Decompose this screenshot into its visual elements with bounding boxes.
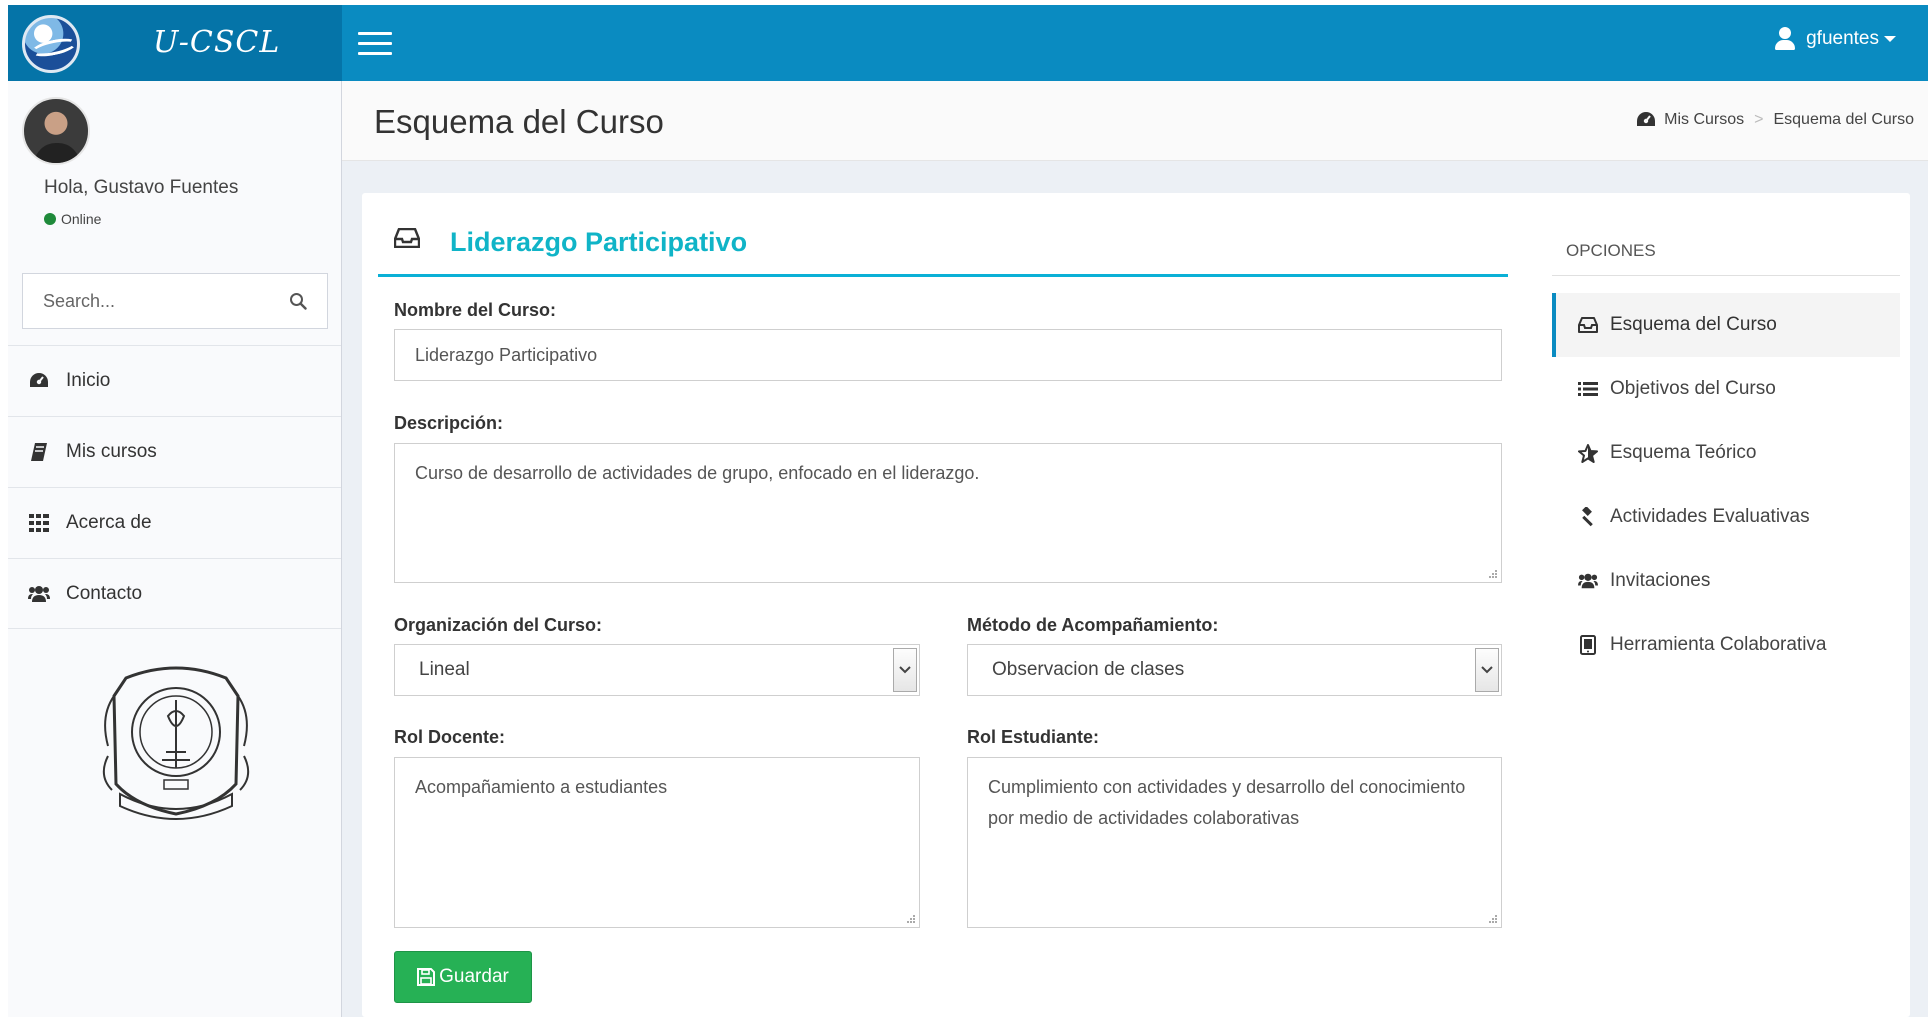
list-icon bbox=[1578, 379, 1598, 399]
course-form-panel: Liderazgo Participativo Nombre del Curso… bbox=[378, 193, 1508, 1017]
online-dot-icon bbox=[44, 213, 56, 225]
dashboard-icon bbox=[28, 371, 50, 391]
globe-logo-icon bbox=[22, 15, 80, 73]
breadcrumb-current: Esquema del Curso bbox=[1773, 111, 1914, 128]
resize-handle-icon[interactable] bbox=[905, 913, 915, 923]
gavel-icon bbox=[1578, 507, 1598, 527]
sidebar-item-mis-cursos[interactable]: Mis cursos bbox=[8, 416, 341, 487]
option-label: Actividades Evaluativas bbox=[1610, 506, 1810, 527]
floppy-disk-icon bbox=[417, 968, 436, 986]
star-icon bbox=[1578, 443, 1598, 463]
option-invitaciones[interactable]: Invitaciones bbox=[1552, 549, 1900, 613]
breadcrumb-separator: > bbox=[1754, 111, 1764, 128]
sidebar-item-label: Mis cursos bbox=[66, 441, 157, 462]
options-title: OPCIONES bbox=[1566, 241, 1656, 260]
organization-select[interactable]: Lineal bbox=[394, 644, 920, 696]
menu-toggle-icon[interactable] bbox=[358, 32, 392, 56]
course-name-label: Nombre del Curso: bbox=[394, 300, 557, 320]
user-greeting: Hola, Gustavo Fuentes bbox=[44, 177, 239, 198]
inbox-icon bbox=[1578, 315, 1598, 335]
organization-label: Organización del Curso: bbox=[394, 615, 603, 635]
search-input[interactable] bbox=[23, 274, 283, 328]
user-menu[interactable]: gfuentes bbox=[1774, 27, 1896, 51]
method-label: Método de Acompañamiento: bbox=[967, 615, 1219, 635]
description-text: Curso de desarrollo de actividades de gr… bbox=[415, 463, 980, 483]
chevron-down-icon bbox=[1475, 648, 1499, 692]
description-textarea[interactable]: Curso de desarrollo de actividades de gr… bbox=[394, 443, 1502, 583]
student-role-text: Cumplimiento con actividades y desarroll… bbox=[988, 777, 1466, 828]
search-box bbox=[22, 273, 328, 329]
course-name-input[interactable]: Liderazgo Participativo bbox=[394, 329, 1502, 381]
student-role-textarea[interactable]: Cumplimiento con actividades y desarroll… bbox=[967, 757, 1502, 928]
options-divider bbox=[1552, 275, 1900, 276]
breadcrumb-mis-cursos[interactable]: Mis Cursos bbox=[1664, 111, 1744, 129]
student-role-label: Rol Estudiante: bbox=[967, 727, 1100, 747]
search-icon[interactable] bbox=[289, 292, 307, 310]
options-list: Esquema del Curso Objetivos del Curso Es… bbox=[1552, 293, 1900, 677]
breadcrumb: Mis Cursos > Esquema del Curso bbox=[1636, 111, 1914, 129]
app-frame: U-CSCL gfuentes Hola, Gustavo Fuentes On… bbox=[8, 5, 1928, 1017]
users-icon bbox=[1578, 571, 1598, 591]
resize-handle-icon[interactable] bbox=[1487, 568, 1497, 578]
page-title: Esquema del Curso bbox=[374, 103, 664, 140]
method-select[interactable]: Observacion de clases bbox=[967, 644, 1502, 696]
sidebar-item-contacto[interactable]: Contacto bbox=[8, 558, 341, 629]
method-selected: Observacion de clases bbox=[992, 659, 1185, 680]
option-esquema-del-curso[interactable]: Esquema del Curso bbox=[1552, 293, 1900, 357]
online-status-label: Online bbox=[61, 211, 102, 227]
option-esquema-teorico[interactable]: Esquema Teórico bbox=[1552, 421, 1900, 485]
app-logo-text: U-CSCL bbox=[153, 25, 281, 60]
dashboard-icon bbox=[1637, 112, 1656, 126]
option-label: Herramienta Colaborativa bbox=[1610, 634, 1827, 655]
sidebar-item-inicio[interactable]: Inicio bbox=[8, 345, 341, 416]
option-label: Objetivos del Curso bbox=[1610, 378, 1776, 399]
content-header: Esquema del Curso Mis Cursos > Esquema d… bbox=[342, 81, 1928, 161]
sidebar-item-label: Inicio bbox=[66, 370, 111, 391]
sidebar-nav: Inicio Mis cursos Acerca de Contacto bbox=[8, 345, 341, 629]
content-box: Liderazgo Participativo Nombre del Curso… bbox=[362, 193, 1910, 1017]
organization-selected: Lineal bbox=[419, 659, 470, 680]
top-header: U-CSCL gfuentes bbox=[8, 5, 1928, 81]
resize-handle-icon[interactable] bbox=[1487, 913, 1497, 923]
panel-header: Liderazgo Participativo bbox=[378, 193, 1508, 277]
logo-area[interactable]: U-CSCL bbox=[8, 5, 342, 81]
tablet-icon bbox=[1578, 635, 1598, 655]
users-icon bbox=[28, 584, 50, 604]
option-label: Esquema Teórico bbox=[1610, 442, 1757, 463]
save-button-label: Guardar bbox=[439, 966, 509, 987]
teacher-role-label: Rol Docente: bbox=[394, 727, 506, 747]
teacher-role-textarea[interactable]: Acompañamiento a estudiantes bbox=[394, 757, 920, 928]
main-content: Esquema del Curso Mis Cursos > Esquema d… bbox=[342, 81, 1928, 1017]
chevron-down-icon bbox=[893, 648, 917, 692]
caret-down-icon bbox=[1884, 36, 1896, 42]
option-objetivos-del-curso[interactable]: Objetivos del Curso bbox=[1552, 357, 1900, 421]
option-herramienta-colaborativa[interactable]: Herramienta Colaborativa bbox=[1552, 613, 1900, 677]
option-label: Invitaciones bbox=[1610, 570, 1711, 591]
avatar bbox=[22, 97, 90, 165]
sidebar-item-acerca-de[interactable]: Acerca de bbox=[8, 487, 341, 558]
sidebar-item-label: Acerca de bbox=[66, 512, 152, 533]
option-label: Esquema del Curso bbox=[1610, 314, 1777, 335]
online-status: Online bbox=[44, 211, 101, 227]
grid-icon bbox=[28, 513, 50, 533]
book-icon bbox=[28, 442, 50, 462]
sidebar: Hola, Gustavo Fuentes Online Inicio bbox=[8, 81, 342, 1017]
user-icon bbox=[1774, 27, 1796, 51]
option-actividades-evaluativas[interactable]: Actividades Evaluativas bbox=[1552, 485, 1900, 549]
description-label: Descripción: bbox=[394, 413, 504, 433]
username: gfuentes bbox=[1806, 28, 1879, 49]
university-seal-icon bbox=[102, 666, 250, 820]
teacher-role-text: Acompañamiento a estudiantes bbox=[415, 777, 668, 797]
inbox-icon bbox=[394, 228, 420, 248]
sidebar-item-label: Contacto bbox=[66, 582, 143, 604]
save-button[interactable]: Guardar bbox=[394, 951, 532, 1003]
course-title: Liderazgo Participativo bbox=[450, 227, 748, 257]
